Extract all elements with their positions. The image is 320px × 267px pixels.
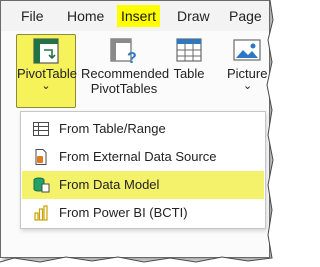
torn-edge-decoration bbox=[0, 0, 278, 267]
